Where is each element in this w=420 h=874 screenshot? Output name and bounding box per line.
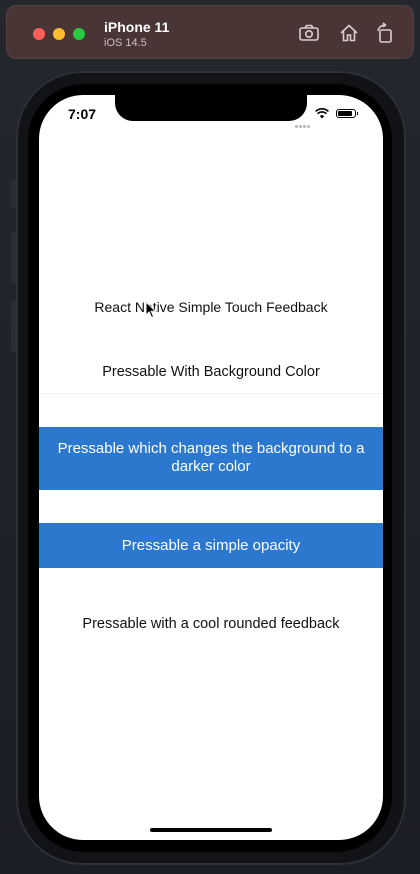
cellular-signal-icon bbox=[295, 115, 311, 128]
screenshot-icon[interactable] bbox=[298, 22, 320, 44]
battery-icon bbox=[336, 109, 358, 118]
volume-up-button bbox=[11, 232, 16, 284]
simulator-window: iPhone 11 iOS 14.5 7:07 React Native Sim… bbox=[0, 0, 420, 874]
minimize-window-button[interactable] bbox=[53, 28, 65, 40]
pressable-background-color-button[interactable]: Pressable With Background Color bbox=[39, 357, 383, 394]
status-icons bbox=[295, 108, 367, 128]
pressable-darker-background-button[interactable]: Pressable which changes the background t… bbox=[39, 427, 383, 490]
volume-down-button bbox=[11, 300, 16, 352]
device-os-version: iOS 14.5 bbox=[104, 37, 147, 49]
mouse-cursor-icon bbox=[145, 301, 157, 319]
battery-nub bbox=[357, 112, 358, 115]
notch bbox=[115, 95, 307, 121]
home-icon[interactable] bbox=[338, 22, 360, 44]
rotate-icon[interactable] bbox=[374, 22, 396, 44]
battery-fill bbox=[338, 111, 352, 116]
pressable-opacity-button[interactable]: Pressable a simple opacity bbox=[39, 523, 383, 568]
close-window-button[interactable] bbox=[33, 28, 45, 40]
silent-switch bbox=[11, 180, 16, 208]
home-indicator bbox=[150, 828, 272, 832]
status-time: 7:07 bbox=[68, 106, 97, 122]
page-title: React Native Simple Touch Feedback bbox=[94, 299, 328, 315]
device-screen: 7:07 React Native Simple Touch Feedback … bbox=[39, 95, 383, 840]
simulator-titlebar: iPhone 11 iOS 14.5 bbox=[6, 5, 414, 59]
zoom-window-button[interactable] bbox=[73, 28, 85, 40]
pressable-rounded-feedback-button[interactable]: Pressable with a cool rounded feedback bbox=[39, 613, 383, 635]
device-name: iPhone 11 bbox=[104, 19, 170, 35]
wifi-icon bbox=[315, 108, 329, 119]
